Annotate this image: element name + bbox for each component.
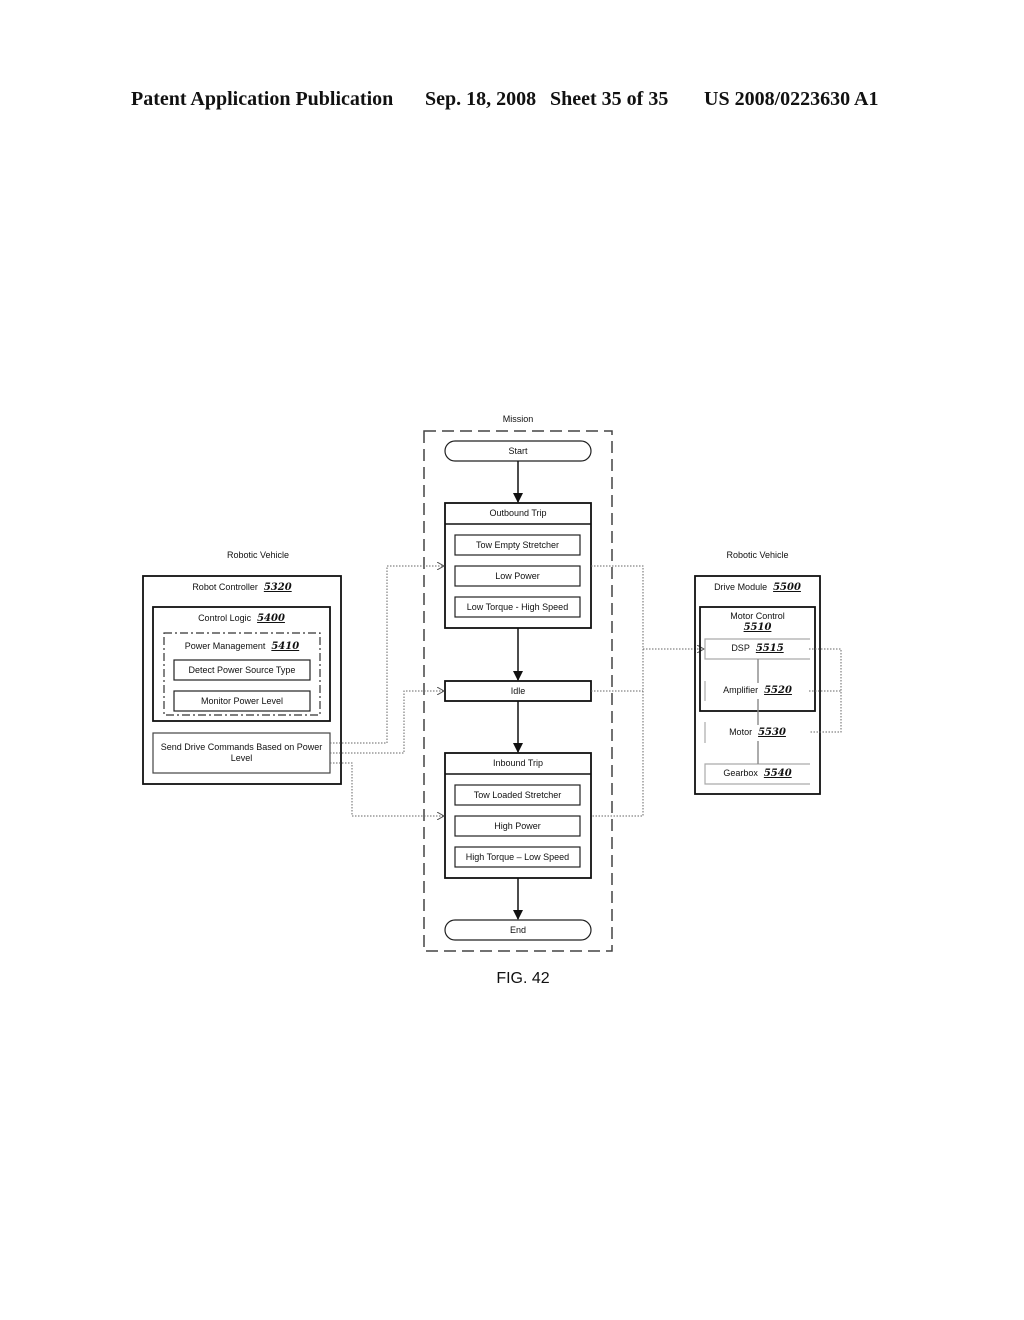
outbound-item-tow-empty: Tow Empty Stretcher <box>475 540 560 550</box>
robot-controller-label: Robot Controller 5320 <box>143 582 341 593</box>
monitor-power-level-label: Monitor Power Level <box>200 696 284 706</box>
send-drive-commands-line1: Send Drive Commands Based on Power <box>160 742 323 752</box>
inbound-item-high-torque: High Torque – Low Speed <box>465 852 570 862</box>
motor-ref: 5530 <box>758 727 786 738</box>
motor-name: Motor <box>729 727 753 737</box>
control-logic-ref: 5400 <box>257 613 285 624</box>
inbound-item-tow-loaded: Tow Loaded Stretcher <box>473 790 562 800</box>
diagram-canvas <box>142 430 842 952</box>
outbound-item-low-torque: Low Torque - High Speed <box>466 602 569 612</box>
dsp-name: DSP <box>731 643 750 653</box>
gearbox-label: Gearbox 5540 <box>705 768 810 779</box>
power-management-label: Power Management 5410 <box>164 641 320 652</box>
drive-module-name: Drive Module <box>714 582 768 592</box>
power-management-name: Power Management <box>184 641 266 651</box>
send-drive-commands-line2: Level <box>230 753 253 763</box>
connector-send-to-outbound <box>330 566 444 744</box>
dsp-ref: 5515 <box>755 643 784 654</box>
amplifier-label: Amplifier 5520 <box>705 685 810 696</box>
motor-label: Motor 5530 <box>705 727 810 738</box>
right-vehicle-title: Robotic Vehicle <box>726 550 789 560</box>
outbound-trip-title: Outbound Trip <box>489 508 547 518</box>
inbound-trip-title: Inbound Trip <box>492 758 544 768</box>
start-label: Start <box>508 446 528 456</box>
amplifier-ref: 5520 <box>764 685 792 696</box>
amplifier-name: Amplifier <box>723 685 759 695</box>
idle-label: Idle <box>510 686 526 696</box>
figure-label: FIG. 42 <box>496 970 550 987</box>
robot-controller-name: Robot Controller <box>192 582 258 592</box>
inbound-item-high-power: High Power <box>494 821 541 831</box>
control-logic-name: Control Logic <box>198 613 252 623</box>
detect-power-source-label: Detect Power Source Type <box>188 665 296 675</box>
outbound-item-low-power: Low Power <box>495 571 540 581</box>
motor-control-name: Motor Control <box>730 611 785 621</box>
connector-send-to-inbound <box>330 762 444 816</box>
gearbox-ref: 5540 <box>763 768 792 779</box>
control-logic-label: Control Logic 5400 <box>153 613 330 624</box>
left-vehicle-title: Robotic Vehicle <box>226 550 290 560</box>
power-management-ref: 5410 <box>271 641 300 652</box>
motor-control-ref-wrap: 5510 <box>700 622 815 633</box>
gearbox-name: Gearbox <box>723 768 758 778</box>
mission-title: Mission <box>502 414 534 424</box>
drive-module-label: Drive Module 5500 <box>695 582 820 593</box>
motor-control-ref: 5510 <box>743 622 772 633</box>
robot-controller-ref: 5320 <box>263 582 292 593</box>
end-label: End <box>509 925 526 935</box>
connector-outbound-bus <box>591 565 644 817</box>
dsp-label: DSP 5515 <box>705 643 810 654</box>
drive-module-ref: 5500 <box>773 582 801 593</box>
